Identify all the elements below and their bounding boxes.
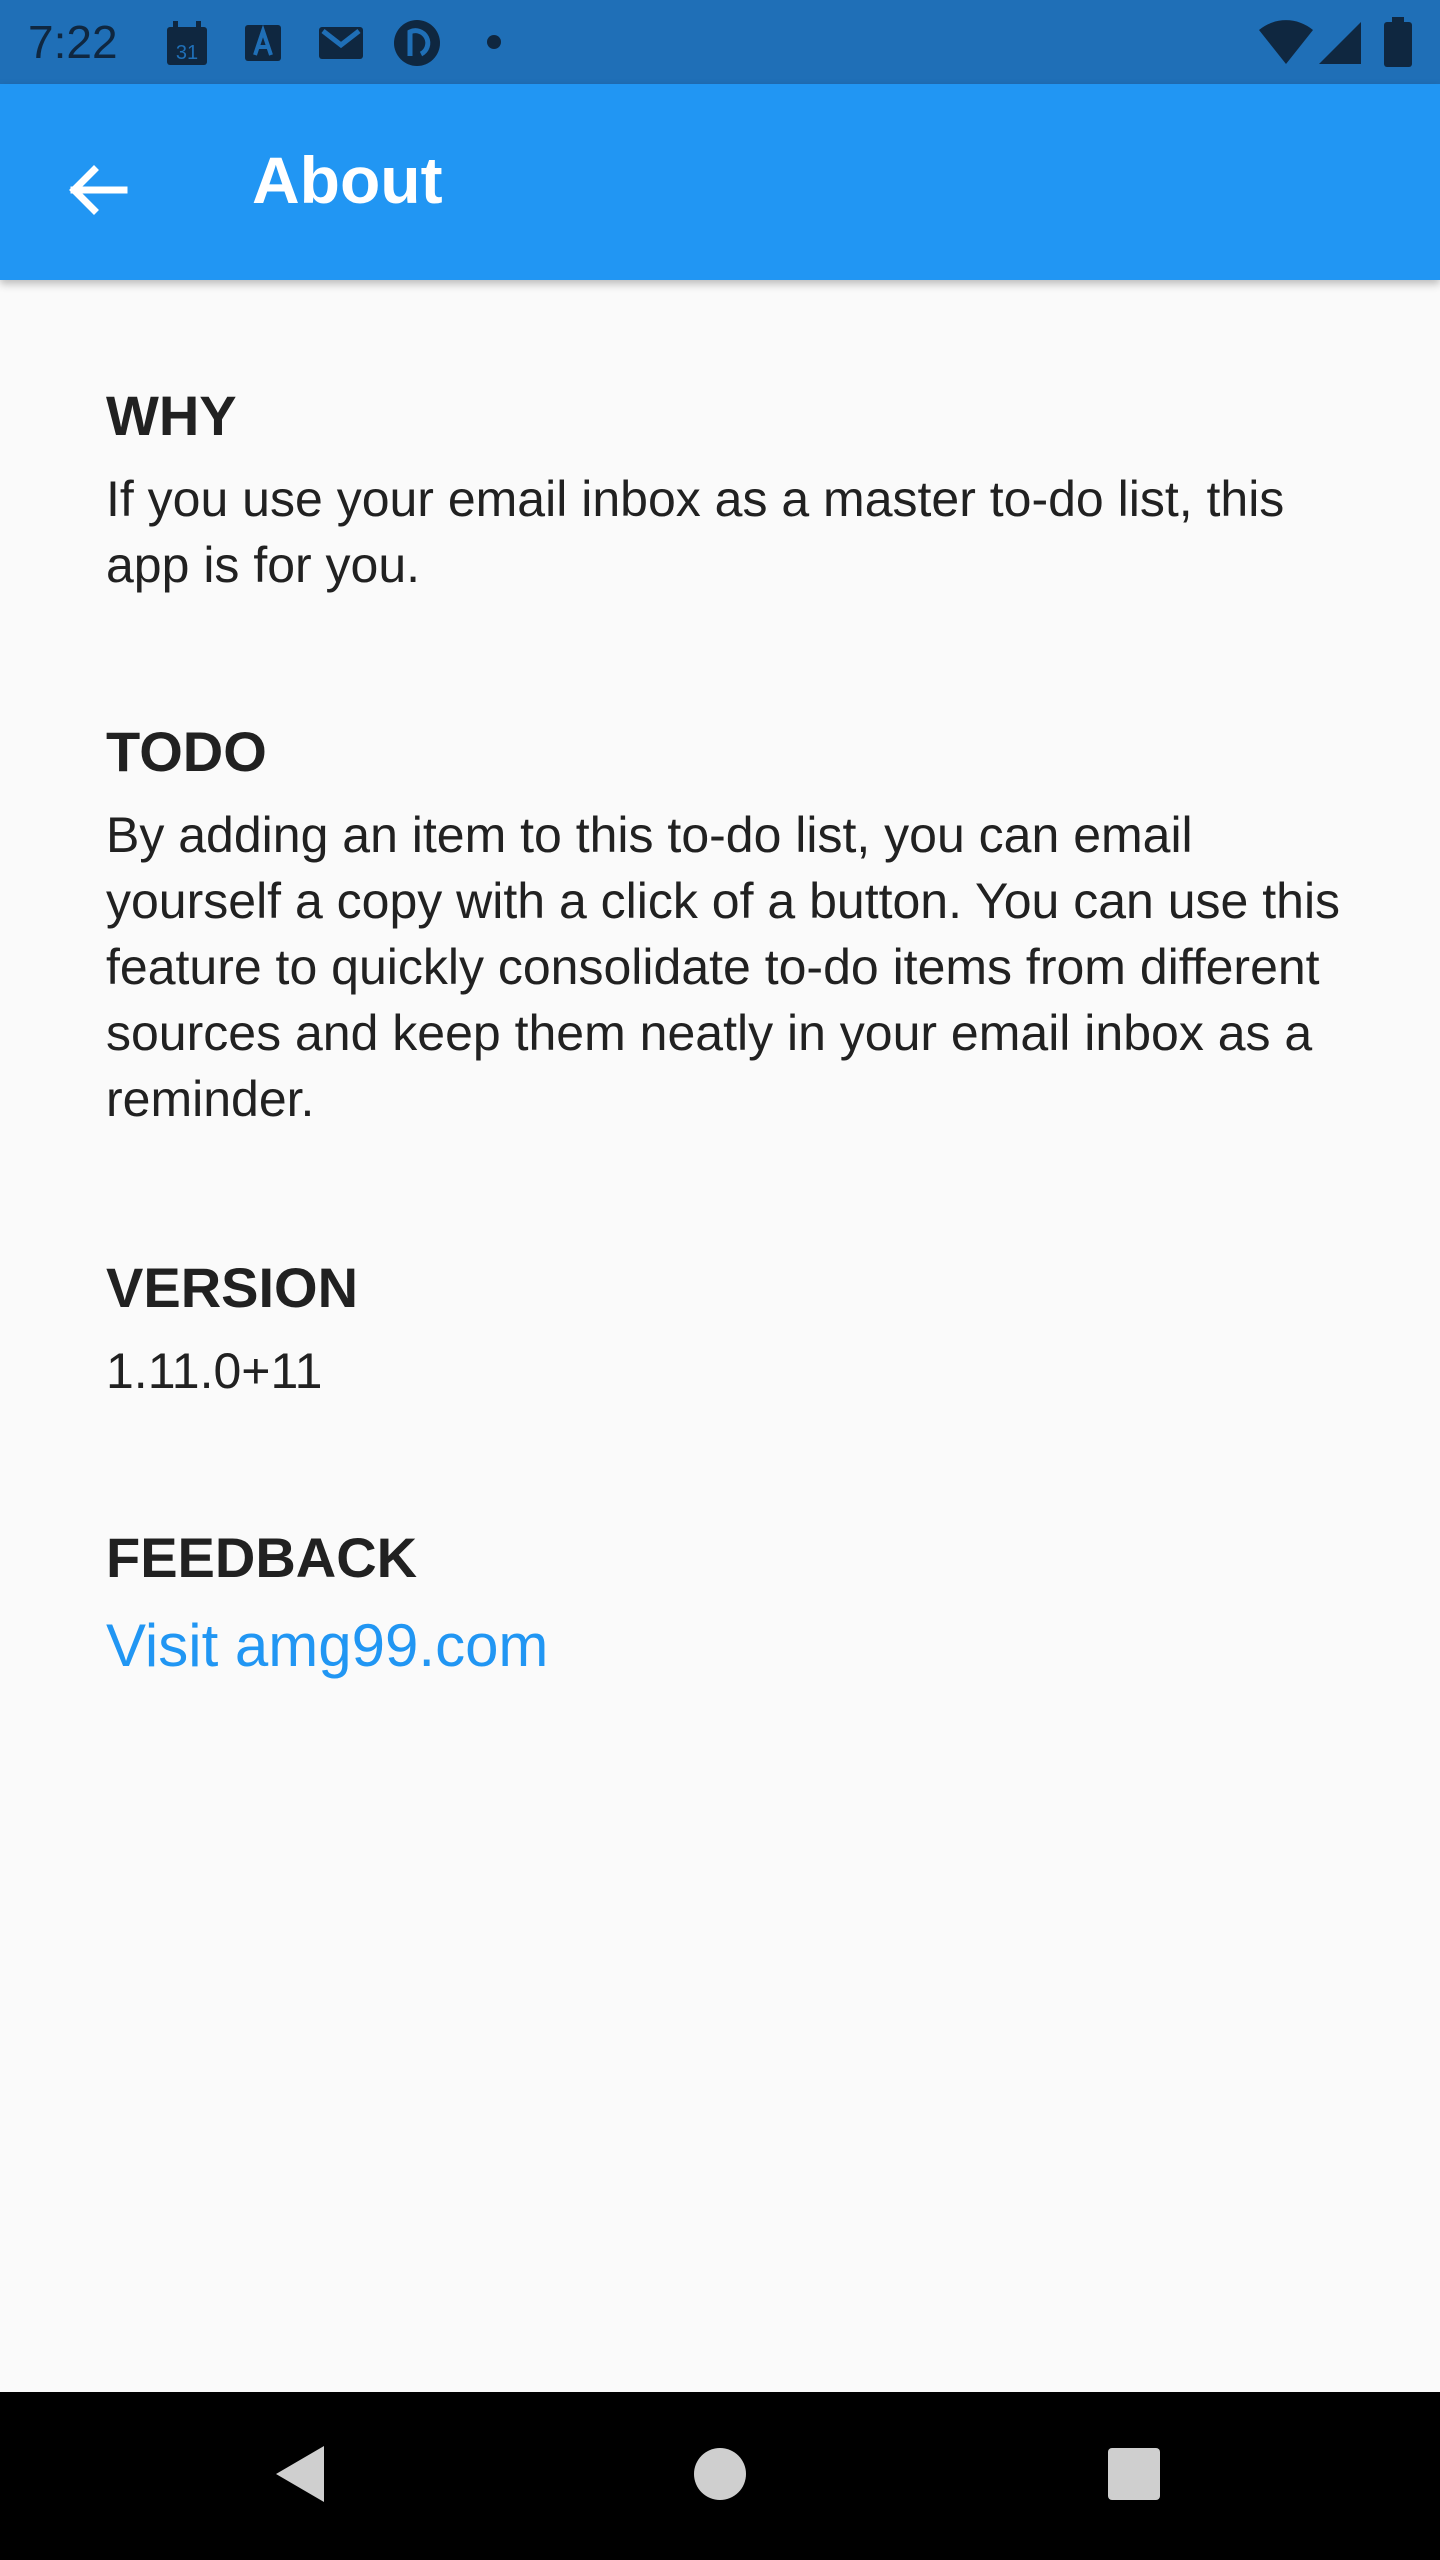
section-title-why: WHY	[106, 384, 237, 447]
section-version: VERSION 1.11.0+11	[106, 1252, 358, 1404]
back-button[interactable]	[40, 134, 156, 250]
nav-recents-button[interactable]	[1084, 2426, 1184, 2526]
section-title-version: VERSION	[106, 1256, 359, 1319]
arrow-back-icon	[66, 158, 130, 227]
section-todo: TODO By adding an item to this to-do lis…	[106, 716, 1346, 1132]
cell-signal-icon	[1312, 14, 1366, 70]
battery-icon	[1378, 14, 1418, 70]
navigation-bar	[0, 2392, 1440, 2560]
pocket-casts-icon	[392, 18, 442, 68]
page-title: About	[252, 143, 443, 217]
section-body-todo: By adding an item to this to-do list, yo…	[106, 807, 1341, 1127]
section-title-feedback: FEEDBACK	[106, 1526, 418, 1589]
svg-text:31: 31	[176, 42, 198, 64]
notification-dot-icon	[487, 35, 501, 49]
section-body-why: If you use your email inbox as a master …	[106, 471, 1285, 593]
section-feedback: FEEDBACK Visit amg99.com	[106, 1522, 548, 1684]
gmail-icon	[316, 18, 366, 68]
calendar-icon: 31	[162, 18, 212, 68]
version-number: 1.11.0+11	[106, 1343, 323, 1399]
app-bar: About	[0, 84, 1440, 280]
nav-recents-icon	[1106, 2446, 1162, 2507]
status-bar: 7:22 31	[0, 0, 1440, 84]
nav-home-icon	[692, 2446, 748, 2507]
wifi-icon	[1256, 14, 1316, 70]
status-time: 7:22	[28, 16, 118, 68]
nav-home-button[interactable]	[670, 2426, 770, 2526]
feedback-link[interactable]: Visit amg99.com	[106, 1608, 548, 1684]
font-a-icon	[238, 18, 288, 68]
nav-back-icon	[270, 2442, 330, 2511]
nav-back-button[interactable]	[250, 2426, 350, 2526]
section-title-todo: TODO	[106, 720, 267, 783]
section-why: WHY If you use your email inbox as a mas…	[106, 380, 1346, 598]
